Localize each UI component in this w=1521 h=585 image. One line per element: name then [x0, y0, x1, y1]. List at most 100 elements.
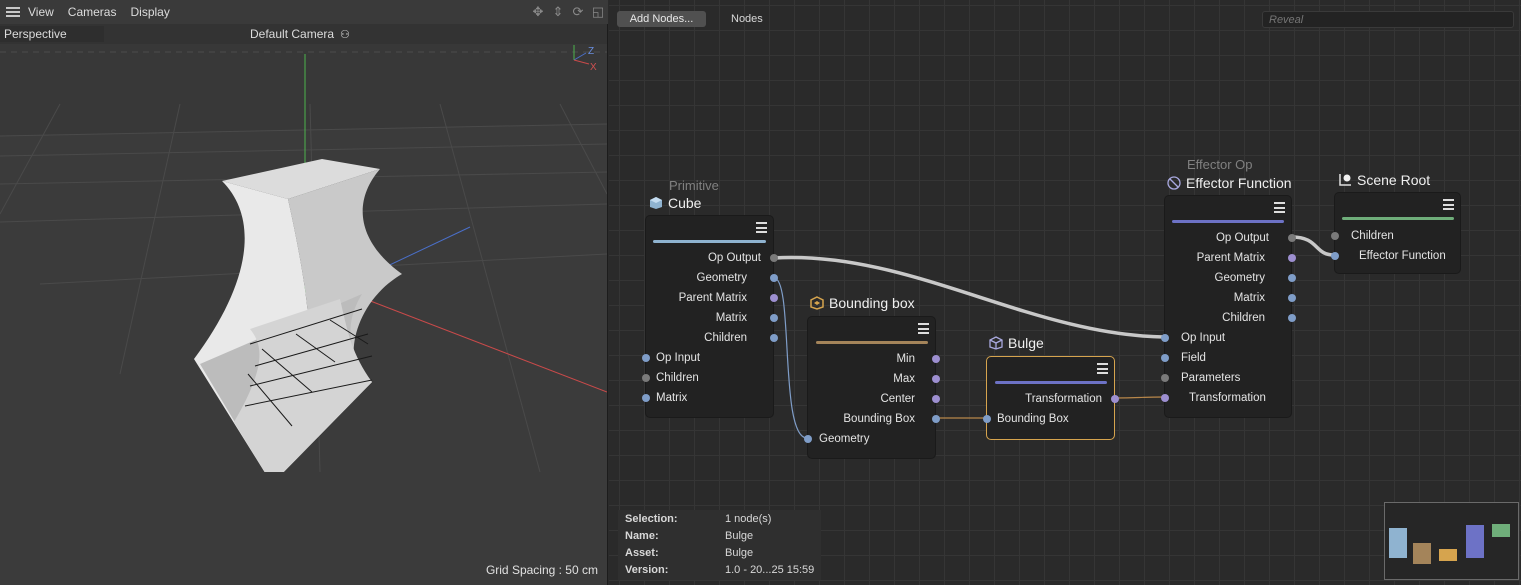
scene-root-node-title[interactable]: Scene Root: [1338, 172, 1430, 188]
menu-cameras[interactable]: Cameras: [68, 5, 117, 19]
effector-port-children[interactable]: Children: [1222, 310, 1265, 326]
scene-root-dot-effector-function[interactable]: [1331, 252, 1339, 260]
scene-root-node[interactable]: Children Effector Function: [1331, 192, 1461, 274]
bbox-port-min[interactable]: Min: [896, 351, 915, 367]
cube-node-title[interactable]: Cube: [649, 195, 701, 211]
cube-dot-op-output[interactable]: [770, 254, 778, 262]
bulge-dot-bounding-box[interactable]: [983, 415, 991, 423]
move-view-icon[interactable]: ✥: [530, 4, 546, 20]
scene-root-dot-children[interactable]: [1331, 232, 1339, 240]
cube-dot-children-in[interactable]: [642, 374, 650, 382]
cube-color-bar: [653, 240, 766, 243]
bounding-box-color-bar: [816, 341, 928, 344]
cube-port-matrix[interactable]: Matrix: [716, 310, 747, 326]
wire-cube-geometry-to-bbox: [773, 277, 808, 439]
minimap-bulge: [1439, 549, 1457, 561]
effector-node[interactable]: Op Output Parent Matrix Geometry Matrix …: [1161, 195, 1296, 418]
effector-dot-geometry[interactable]: [1288, 274, 1296, 282]
cube-port-matrix-in[interactable]: Matrix: [656, 390, 687, 406]
cube-dot-matrix-in[interactable]: [642, 394, 650, 402]
camera-icon[interactable]: ⚇: [340, 28, 350, 41]
cube-port-parent-matrix[interactable]: Parent Matrix: [679, 290, 747, 306]
cube-port-children-in[interactable]: Children: [656, 370, 699, 386]
node-editor[interactable]: Add Nodes... Nodes Primitive Cube Op Out…: [609, 0, 1521, 585]
cube-dot-matrix[interactable]: [770, 314, 778, 322]
effector-port-op-input[interactable]: Op Input: [1181, 330, 1225, 346]
camera-label[interactable]: Default Camera: [250, 26, 334, 42]
scene-root-color-bar: [1342, 217, 1454, 220]
bbox-port-max[interactable]: Max: [893, 371, 915, 387]
viewport-3d-scene[interactable]: Y Z X: [0, 44, 607, 472]
bulge-port-bounding-box[interactable]: Bounding Box: [997, 411, 1069, 427]
effector-port-parameters[interactable]: Parameters: [1181, 370, 1240, 386]
viewport-menu-icon[interactable]: [6, 7, 20, 17]
minimap[interactable]: [1384, 502, 1519, 580]
gizmo-y-label: Y: [569, 44, 576, 47]
effector-dot-parameters[interactable]: [1161, 374, 1169, 382]
bbox-port-bounding-box[interactable]: Bounding Box: [843, 411, 915, 427]
effector-port-matrix[interactable]: Matrix: [1234, 290, 1265, 306]
bulge-dot-transformation[interactable]: [1111, 395, 1119, 403]
cube-port-children[interactable]: Children: [704, 330, 747, 346]
viewport-infobar: Perspective Default Camera ⚇: [0, 26, 608, 43]
gizmo-x-label: X: [590, 62, 597, 73]
scene-root-port-effector-function[interactable]: Effector Function: [1359, 248, 1446, 264]
cube-port-op-input[interactable]: Op Input: [656, 350, 700, 366]
viewport-panel[interactable]: View Cameras Display ✥ ⇕ ⟳ ◱ Perspective…: [0, 0, 608, 585]
effector-dot-matrix[interactable]: [1288, 294, 1296, 302]
bbox-dot-max[interactable]: [932, 375, 940, 383]
cube-port-op-output[interactable]: Op Output: [708, 250, 761, 266]
scene-root-node-menu-icon[interactable]: [1443, 199, 1454, 210]
cube-dot-parent-matrix[interactable]: [770, 294, 778, 302]
bounding-box-icon: [810, 296, 824, 310]
bbox-dot-min[interactable]: [932, 355, 940, 363]
menu-view[interactable]: View: [28, 5, 54, 19]
menu-display[interactable]: Display: [130, 5, 169, 19]
effector-dot-transformation[interactable]: [1161, 394, 1169, 402]
minimap-bounding-box: [1413, 543, 1431, 564]
bulge-color-bar: [995, 381, 1107, 384]
wire-effector-to-sceneroot: [1291, 235, 1335, 257]
effector-port-field[interactable]: Field: [1181, 350, 1206, 366]
bounding-box-node-menu-icon[interactable]: [918, 323, 929, 334]
selection-info-panel: Selection: 1 node(s) Name: Bulge Asset: Bul…: [618, 510, 821, 580]
viewport-menubar: View Cameras Display ✥ ⇕ ⟳ ◱: [0, 0, 608, 24]
scene-root-port-children[interactable]: Children: [1351, 228, 1394, 244]
bbox-dot-bounding-box[interactable]: [932, 415, 940, 423]
cube-dot-op-input[interactable]: [642, 354, 650, 362]
bbox-dot-geometry[interactable]: [804, 435, 812, 443]
effector-port-geometry[interactable]: Geometry: [1215, 270, 1266, 286]
cube-node-subtitle: Primitive: [669, 178, 719, 193]
minimap-effector: [1466, 525, 1484, 558]
bulge-node-title[interactable]: Bulge: [989, 335, 1044, 351]
cube-node-menu-icon[interactable]: [756, 222, 767, 233]
effector-node-title[interactable]: Effector Function: [1167, 175, 1292, 191]
effector-dot-field[interactable]: [1161, 354, 1169, 362]
effector-dot-op-input[interactable]: [1161, 334, 1169, 342]
bbox-dot-center[interactable]: [932, 395, 940, 403]
bulge-node[interactable]: Transformation Bounding Box: [983, 356, 1119, 440]
bbox-port-center[interactable]: Center: [880, 391, 915, 407]
bounding-box-node[interactable]: Min Max Center Bounding Box Geometry: [804, 316, 940, 459]
rotate-view-icon[interactable]: ⟳: [570, 4, 586, 20]
cube-node[interactable]: Op Output Geometry Parent Matrix Matrix …: [642, 215, 778, 418]
effector-node-menu-icon[interactable]: [1274, 202, 1285, 213]
bulge-icon: [989, 336, 1003, 350]
grid-spacing-label: Grid Spacing : 50 cm: [485, 563, 598, 577]
cube-dot-geometry[interactable]: [770, 274, 778, 282]
bounding-box-node-title[interactable]: Bounding box: [810, 295, 915, 311]
effector-port-op-output[interactable]: Op Output: [1216, 230, 1269, 246]
maximize-view-icon[interactable]: ◱: [590, 4, 606, 20]
cube-dot-children[interactable]: [770, 334, 778, 342]
bbox-port-geometry[interactable]: Geometry: [819, 431, 870, 447]
projection-label[interactable]: Perspective: [0, 26, 104, 42]
zoom-view-icon[interactable]: ⇕: [550, 4, 566, 20]
effector-dot-parent-matrix[interactable]: [1288, 254, 1296, 262]
effector-dot-op-output[interactable]: [1288, 234, 1296, 242]
cube-port-geometry[interactable]: Geometry: [697, 270, 748, 286]
effector-port-transformation[interactable]: Transformation: [1189, 390, 1266, 406]
bulge-node-menu-icon[interactable]: [1097, 363, 1108, 374]
effector-port-parent-matrix[interactable]: Parent Matrix: [1197, 250, 1265, 266]
effector-dot-children[interactable]: [1288, 314, 1296, 322]
bulge-port-transformation[interactable]: Transformation: [1025, 391, 1102, 407]
